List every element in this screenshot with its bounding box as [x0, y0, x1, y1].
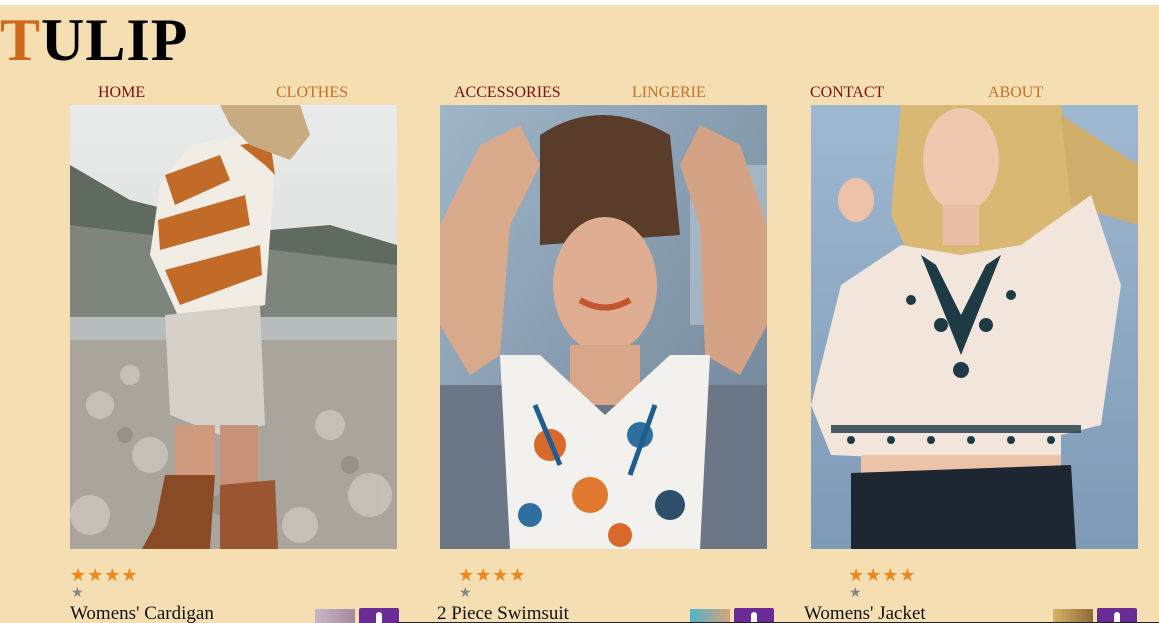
star-filled-icon: ★	[492, 565, 509, 586]
star-empty-icon: ★	[459, 585, 472, 601]
nav-clothes[interactable]: CLOTHES	[276, 83, 348, 103]
nav-contact[interactable]: CONTACT	[810, 83, 884, 103]
model-chevron-sweater-photo	[70, 105, 397, 549]
product-name[interactable]: Womens' Cardigan	[70, 603, 214, 623]
add-to-cart-button[interactable]	[734, 608, 774, 623]
main-nav: HOME CLOTHES ACCESSORIES LINGERIE CONTAC…	[0, 83, 1159, 105]
nav-lingerie[interactable]: LINGERIE	[632, 83, 706, 103]
thumbnail-icon[interactable]	[315, 609, 355, 623]
thumbnail-icon[interactable]	[690, 609, 730, 623]
page: TULIP HOME CLOTHES ACCESSORIES LINGERIE …	[0, 5, 1159, 623]
product-name[interactable]: Womens' Jacket	[804, 603, 926, 623]
star-filled-icon: ★	[848, 565, 865, 586]
product-image-cardigan[interactable]	[70, 105, 397, 549]
nav-home[interactable]: HOME	[98, 83, 145, 103]
add-to-cart-button[interactable]	[359, 608, 399, 623]
brand-logo[interactable]: TULIP	[0, 7, 188, 73]
star-filled-icon: ★	[899, 565, 916, 586]
nav-about[interactable]: ABOUT	[988, 83, 1043, 103]
star-filled-icon: ★	[509, 565, 526, 586]
product-name[interactable]: 2 Piece Swimsuit	[437, 603, 569, 623]
product-image-swimsuit[interactable]	[440, 105, 767, 549]
rating-stars: ★ ★ ★ ★	[848, 567, 916, 585]
star-filled-icon: ★	[882, 565, 899, 586]
nav-accessories[interactable]: ACCESSORIES	[454, 83, 561, 103]
brand-logo-rest: ULIP	[41, 7, 189, 73]
star-filled-icon: ★	[70, 565, 87, 586]
star-filled-icon: ★	[458, 565, 475, 586]
thumbnail-icon[interactable]	[1053, 609, 1093, 623]
star-filled-icon: ★	[104, 565, 121, 586]
star-filled-icon: ★	[475, 565, 492, 586]
star-filled-icon: ★	[87, 565, 104, 586]
model-embroidered-blouse-photo	[811, 105, 1138, 549]
add-to-cart-button[interactable]	[1097, 608, 1137, 623]
rating-stars: ★ ★ ★ ★	[70, 567, 138, 585]
star-filled-icon: ★	[865, 565, 882, 586]
star-empty-icon: ★	[71, 585, 84, 601]
star-filled-icon: ★	[121, 565, 138, 586]
rating-stars: ★ ★ ★ ★	[458, 567, 526, 585]
brand-logo-initial: T	[0, 7, 42, 73]
star-empty-icon: ★	[849, 585, 862, 601]
cart-button-icon	[376, 612, 382, 623]
model-floral-swimsuit-photo	[440, 105, 767, 549]
product-image-jacket[interactable]	[811, 105, 1138, 549]
